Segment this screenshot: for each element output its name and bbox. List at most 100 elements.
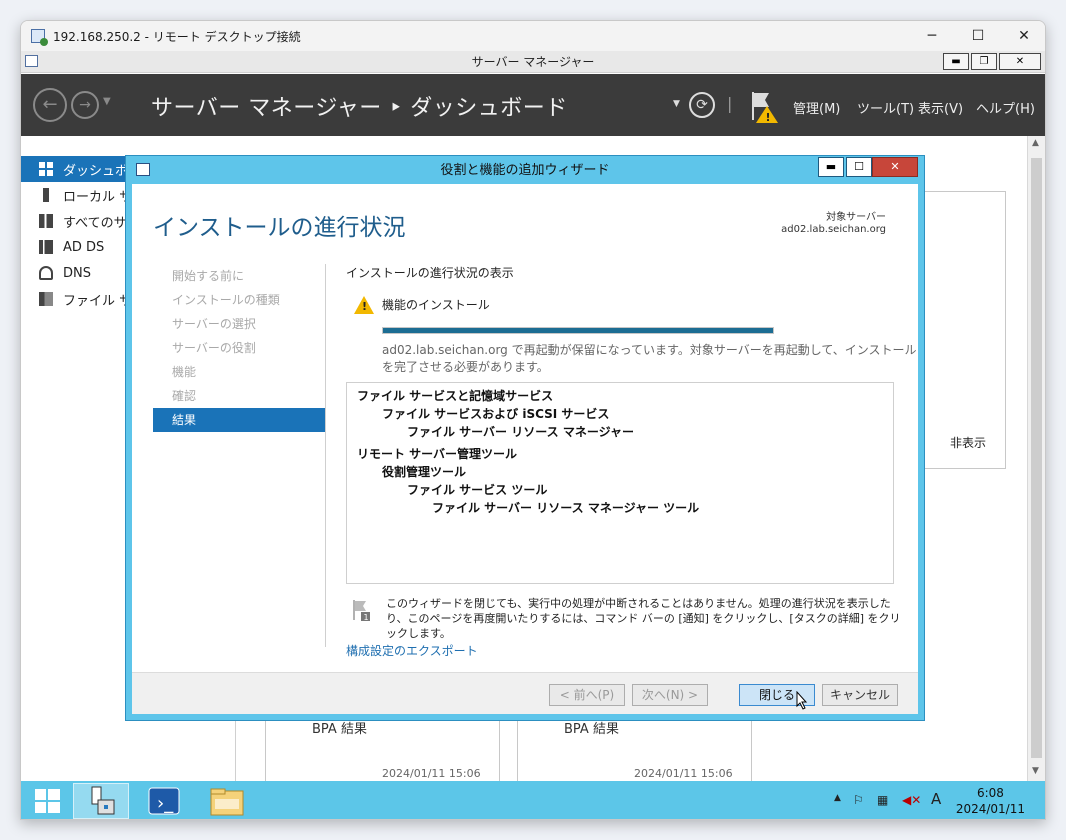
target-server-block: 対象サーバー ad02.lab.seichan.org — [781, 212, 886, 236]
step-server-selection: サーバーの選択 — [172, 317, 256, 331]
tray-network-icon[interactable]: ▦ — [877, 793, 888, 807]
install-status-text: 機能のインストール — [382, 298, 490, 312]
scroll-down-icon[interactable]: ▼ — [1032, 766, 1039, 776]
cancel-button[interactable]: キャンセル — [822, 684, 898, 706]
notification-flag-icon: 1 — [353, 600, 370, 621]
vertical-scrollbar[interactable]: ▲ ▼ — [1027, 136, 1045, 781]
next-button[interactable]: 次へ(N) > — [632, 684, 708, 706]
bpa-card[interactable]: BPA 結果 2024/01/11 15:06 — [517, 716, 752, 786]
sidebar-item-label: DNS — [63, 265, 91, 281]
progress-fill — [383, 328, 773, 333]
ad-ds-icon — [39, 240, 53, 254]
dns-icon — [39, 266, 53, 280]
wizard-title: 役割と機能の追加ウィザード — [440, 163, 610, 178]
rdp-maximize-button[interactable]: ☐ — [955, 21, 1001, 51]
step-before-you-begin: 開始する前に — [172, 269, 245, 283]
svg-text:1: 1 — [364, 613, 369, 621]
wizard-note-text: このウィザードを閉じても、実行中の処理が中断されることはありません。処理の進行状… — [386, 597, 901, 640]
scroll-up-icon[interactable]: ▲ — [1032, 138, 1039, 148]
restart-message: ad02.lab.seichan.org で再起動が保留になっています。対象サー… — [382, 343, 917, 374]
target-server-name: ad02.lab.seichan.org — [781, 224, 886, 235]
scrollbar-thumb[interactable] — [1031, 158, 1042, 758]
wizard-footer: < 前へ(P) 次へ(N) > 閉じる キャンセル — [132, 672, 918, 714]
ime-indicator[interactable]: A — [931, 790, 941, 808]
clock-date: 2024/01/11 — [955, 802, 1025, 816]
target-server-label: 対象サーバー — [826, 212, 886, 223]
bpa-card[interactable]: BPA 結果 2024/01/11 15:06 — [265, 716, 500, 786]
rdp-title-text: 192.168.250.2 - リモート デスクトップ接続 — [53, 29, 301, 44]
feature-item: リモート サーバー管理ツール — [357, 447, 518, 461]
sidebar-item-label: ローカル サ — [63, 189, 133, 205]
step-installation-type: インストールの種類 — [172, 293, 280, 307]
server-manager-header: ← → ▼ サーバー マネージャー ‣ ダッシュボード ▼ ⟳ | ! 管理(M… — [21, 74, 1045, 136]
feature-item: ファイル サービスおよび iSCSI サービス — [382, 407, 610, 421]
taskbar-explorer-icon[interactable] — [201, 783, 255, 819]
sidebar-item-label: AD DS — [63, 239, 105, 255]
servers-icon — [39, 214, 53, 228]
feature-item: 役割管理ツール — [382, 465, 467, 479]
refresh-icon[interactable]: ⟳ — [689, 92, 715, 118]
feature-item: ファイル サービス ツール — [407, 483, 548, 497]
tray-volume-muted-icon[interactable]: ◀✕ — [902, 793, 921, 807]
hide-link[interactable]: 非表示 — [950, 434, 986, 451]
tray-overflow-icon[interactable]: ▲ — [834, 793, 841, 803]
wizard-body: インストールの進行状況 対象サーバー ad02.lab.seichan.org … — [132, 184, 918, 714]
tray-flag-icon[interactable]: ⚐ — [853, 793, 864, 807]
sm-restore-button[interactable]: ❐ — [971, 53, 997, 70]
rdp-close-button[interactable]: ✕ — [1001, 21, 1045, 51]
wizard-minimize-button[interactable]: ▬ — [818, 157, 844, 177]
bpa-timestamp: 2024/01/11 15:06 — [634, 767, 733, 780]
server-manager-icon — [25, 55, 38, 67]
rdp-titlebar: 192.168.250.2 - リモート デスクトップ接続 — [21, 21, 1045, 51]
wizard-app-icon — [136, 163, 150, 176]
server-icon — [43, 188, 49, 202]
wizard-close-button[interactable]: ✕ — [872, 157, 918, 177]
back-icon[interactable]: ← — [33, 88, 67, 122]
notifications-flag-icon[interactable]: ! — [749, 88, 781, 124]
wizard-titlebar: 役割と機能の追加ウィザード — [126, 156, 924, 184]
welcome-panel: 非表示 — [921, 191, 1006, 469]
sidebar-item-label: すべてのサ — [63, 215, 127, 231]
add-roles-wizard: 役割と機能の追加ウィザード ▬ ☐ ✕ インストールの進行状況 対象サーバー a… — [125, 155, 925, 721]
remote-desktop-icon — [31, 29, 48, 46]
rdp-minimize-button[interactable]: ─ — [909, 21, 955, 51]
feature-item: ファイル サービスと記憶域サービス — [357, 389, 554, 403]
refresh-dropdown-icon[interactable]: ▼ — [673, 99, 680, 109]
page-title: インストールの進行状況 — [153, 215, 406, 241]
forward-icon[interactable]: → — [71, 91, 99, 119]
install-progress-bar — [382, 327, 774, 334]
step-server-roles: サーバーの役割 — [172, 341, 256, 355]
wizard-maximize-button[interactable]: ☐ — [846, 157, 872, 177]
export-settings-link[interactable]: 構成設定のエクスポート — [346, 642, 478, 659]
previous-button[interactable]: < 前へ(P) — [549, 684, 625, 706]
sm-minimize-button[interactable]: ▬ — [943, 53, 969, 70]
taskbar-server-manager-icon[interactable] — [73, 783, 129, 819]
progress-section-title: インストールの進行状況の表示 — [346, 266, 514, 280]
installed-features-list[interactable]: ファイル サービスと記憶域サービスファイル サービスおよび iSCSI サービス… — [346, 382, 894, 584]
menu-help[interactable]: ヘルプ(H) — [976, 98, 1035, 117]
menu-tools[interactable]: ツール(T) — [857, 98, 914, 117]
mouse-cursor-icon — [796, 691, 808, 710]
step-features: 機能 — [172, 365, 197, 379]
history-dropdown-icon[interactable]: ▼ — [103, 96, 111, 107]
menu-manage[interactable]: 管理(M) — [793, 98, 840, 117]
taskbar-powershell-icon[interactable]: ›_ — [137, 783, 191, 819]
start-button[interactable] — [21, 783, 75, 819]
clock-time: 6:08 — [976, 786, 1004, 800]
menu-view[interactable]: 表示(V) — [918, 98, 963, 117]
tray-clock[interactable]: 6:08 2024/01/11 — [956, 785, 1025, 817]
svg-text:›_: ›_ — [157, 793, 174, 814]
bpa-timestamp: 2024/01/11 15:06 — [382, 767, 481, 780]
sm-close-button[interactable]: ✕ — [999, 53, 1041, 70]
svg-text:!: ! — [766, 111, 771, 124]
header-separator: | — [727, 94, 733, 113]
server-manager-title: サーバー マネージャー — [471, 55, 595, 69]
step-results[interactable]: 結果 — [153, 408, 325, 432]
breadcrumb: サーバー マネージャー ‣ ダッシュボード — [151, 96, 568, 121]
feature-item: ファイル サーバー リソース マネージャー ツール — [432, 501, 700, 515]
warning-icon — [354, 296, 374, 314]
steps-divider — [325, 264, 326, 647]
sidebar-item-label: ファイル サ — [63, 293, 133, 309]
wizard-note: 1 このウィザードを閉じても、実行中の処理が中断されることはありません。処理の進… — [346, 594, 901, 640]
wizard-content: インストールの進行状況の表示 機能のインストール ad02.lab.seicha… — [346, 264, 917, 658]
